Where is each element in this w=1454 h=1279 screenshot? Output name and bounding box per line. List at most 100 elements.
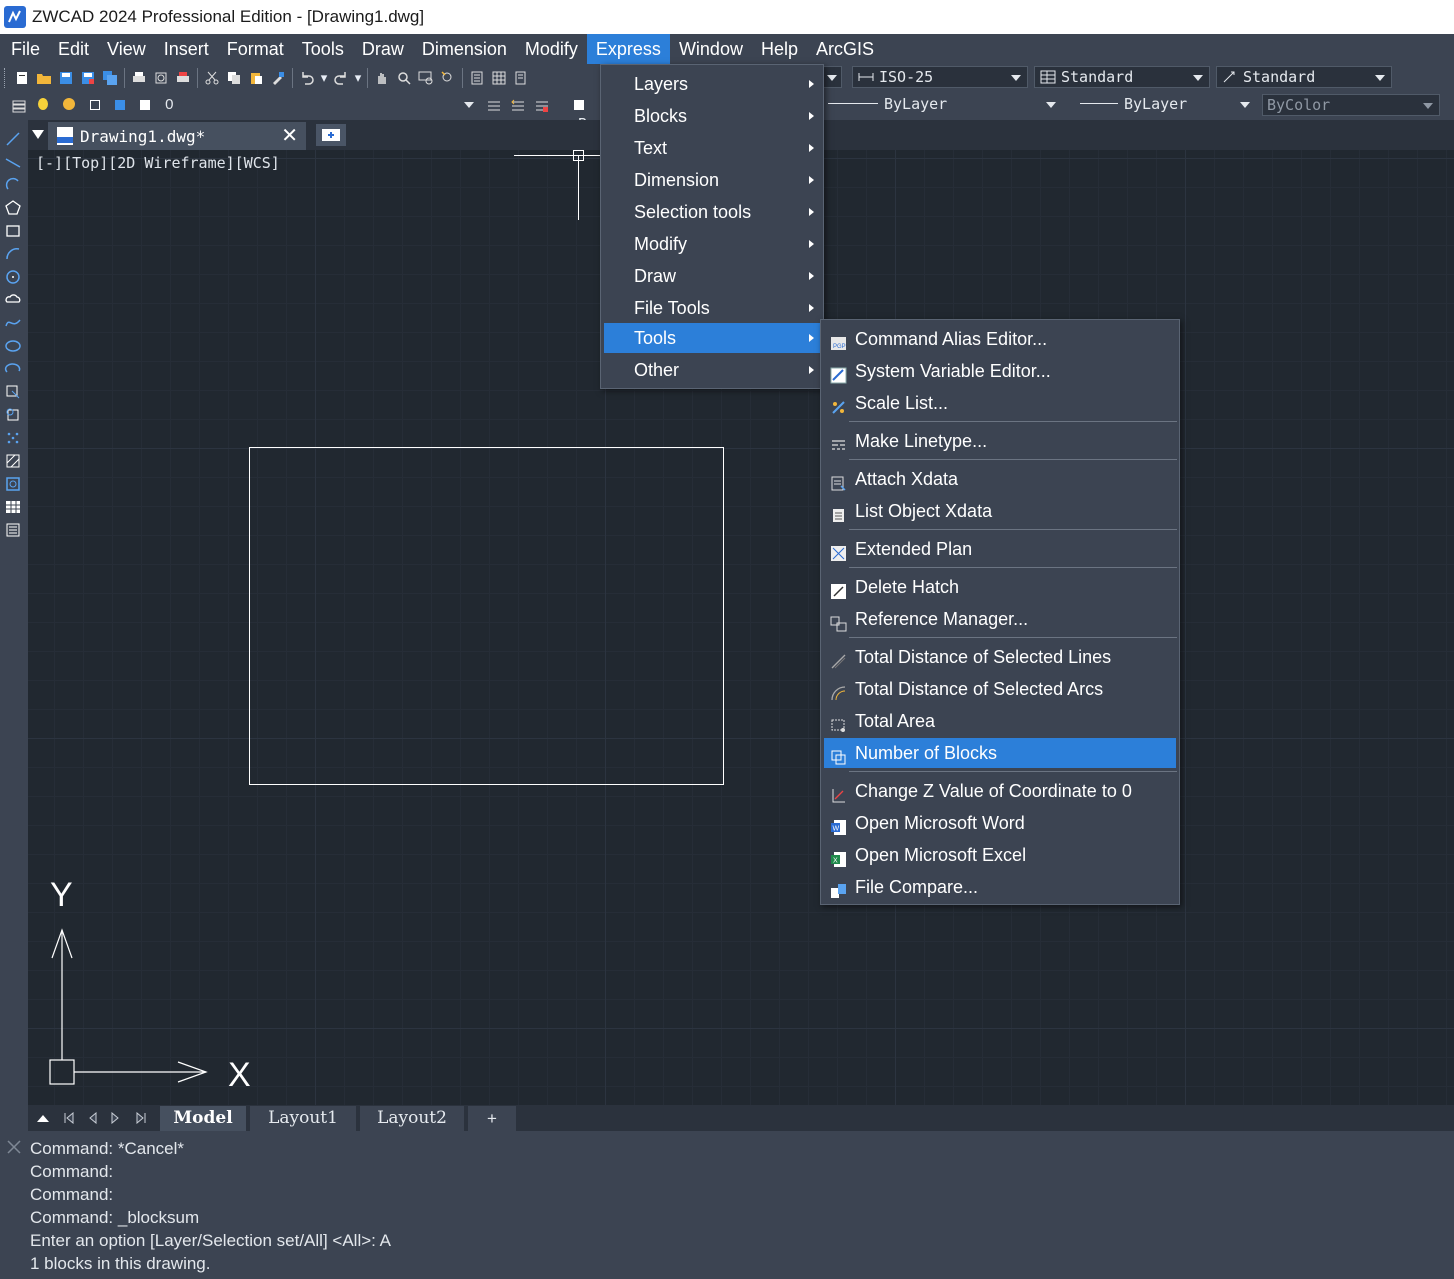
close-tab-icon[interactable]: ✕ [281, 126, 298, 146]
new-drawing-tab-button[interactable] [316, 124, 346, 146]
make-block-icon[interactable] [4, 406, 22, 424]
attach-xdata-item[interactable]: Attach Xdata [824, 464, 1176, 494]
delete-hatch-item[interactable]: Delete Hatch [824, 572, 1176, 602]
express-menu-tools[interactable]: Tools [604, 323, 820, 353]
redo-icon[interactable] [330, 67, 352, 89]
extended-plan-item[interactable]: Extended Plan [824, 534, 1176, 564]
toolbar-grip[interactable] [4, 68, 8, 88]
close-command-window-icon[interactable] [6, 1139, 22, 1155]
command-alias-editor-item[interactable]: PGP Command Alias Editor... [824, 324, 1176, 354]
design-center-icon[interactable] [488, 67, 510, 89]
tab-model[interactable]: Model [160, 1106, 246, 1131]
scale-list-item[interactable]: Scale List... [824, 388, 1176, 418]
zoom-window-icon[interactable] [415, 67, 437, 89]
layer-dropdown[interactable]: 0 [34, 94, 480, 116]
express-menu-blocks[interactable]: Blocks [604, 101, 820, 131]
first-layout-icon[interactable] [60, 1108, 78, 1128]
save-icon[interactable] [55, 67, 77, 89]
point-icon[interactable] [4, 429, 22, 447]
express-menu-other[interactable]: Other [604, 355, 820, 385]
menu-arcgis[interactable]: ArcGIS [807, 34, 883, 64]
textstyle-partial-dropdown[interactable] [824, 66, 842, 88]
next-layout-icon[interactable] [106, 1108, 124, 1128]
menu-dimension[interactable]: Dimension [413, 34, 516, 64]
open-folder-icon[interactable] [33, 67, 55, 89]
insert-block-icon[interactable] [4, 383, 22, 401]
match-properties-icon[interactable] [267, 67, 289, 89]
spline-icon[interactable] [4, 314, 22, 332]
publish-icon[interactable] [172, 67, 194, 89]
plot-preview-icon[interactable] [150, 67, 172, 89]
ellipse-icon[interactable] [4, 337, 22, 355]
menu-express[interactable]: Express [586, 34, 670, 64]
express-menu-draw[interactable]: Draw [604, 261, 820, 291]
layer-manager-icon[interactable] [8, 95, 30, 117]
viewport-controls[interactable]: [-][Top][2D Wireframe][WCS] [36, 154, 280, 172]
menu-file[interactable]: File [2, 34, 49, 64]
save-as-icon[interactable] [77, 67, 99, 89]
table-icon[interactable] [4, 498, 22, 516]
circle-icon[interactable] [4, 268, 22, 286]
revision-cloud-icon[interactable] [4, 291, 22, 309]
menu-draw[interactable]: Draw [353, 34, 413, 64]
linetype-dropdown[interactable]: ByLayer [824, 94, 1062, 116]
tool-palette-icon[interactable] [510, 67, 532, 89]
menu-help[interactable]: Help [752, 34, 807, 64]
dimstyle-dropdown[interactable]: ISO-25 [852, 66, 1028, 88]
make-linetype-item[interactable]: Make Linetype... [824, 426, 1176, 456]
redo-dropdown-icon[interactable]: ▾ [352, 67, 364, 89]
tablestyle-dropdown[interactable]: Standard [1034, 66, 1210, 88]
tab-drawing1[interactable]: Drawing1.dwg* ✕ [48, 122, 306, 150]
reference-manager-item[interactable]: Reference Manager... [824, 604, 1176, 634]
menu-view[interactable]: View [98, 34, 155, 64]
express-menu-dimension[interactable]: Dimension [604, 165, 820, 195]
polyline-icon[interactable] [4, 176, 22, 194]
menu-window[interactable]: Window [670, 34, 752, 64]
menu-modify[interactable]: Modify [516, 34, 587, 64]
zoom-realtime-icon[interactable] [393, 67, 415, 89]
undo-icon[interactable] [296, 67, 318, 89]
previous-layout-icon[interactable] [84, 1108, 102, 1128]
layer-previous-icon[interactable] [507, 95, 529, 117]
add-layout-button[interactable]: + [468, 1106, 516, 1131]
express-menu-selection-tools[interactable]: Selection tools [604, 197, 820, 227]
tab-layout2[interactable]: Layout2 [360, 1106, 464, 1131]
polygon-icon[interactable] [4, 199, 22, 217]
express-menu-layers[interactable]: Layers [604, 69, 820, 99]
new-file-icon[interactable] [11, 67, 33, 89]
rectangle-entity[interactable] [249, 447, 724, 785]
number-of-blocks-item[interactable]: Number of Blocks [824, 738, 1176, 768]
save-all-icon[interactable] [99, 67, 121, 89]
layer-states-icon[interactable] [531, 95, 553, 117]
file-compare-item[interactable]: File Compare... [824, 872, 1176, 902]
properties-icon[interactable] [466, 67, 488, 89]
express-menu-text[interactable]: Text [604, 133, 820, 163]
change-z-value-item[interactable]: Change Z Value of Coordinate to 0 [824, 776, 1176, 806]
plotstyle-dropdown[interactable]: ByColor [1262, 94, 1440, 116]
undo-dropdown-icon[interactable]: ▾ [318, 67, 330, 89]
mleaderstyle-dropdown[interactable]: Standard [1216, 66, 1392, 88]
hatch-icon[interactable] [4, 452, 22, 470]
xline-icon[interactable] [4, 153, 22, 171]
rectangle-icon[interactable] [4, 222, 22, 240]
paste-icon[interactable] [245, 67, 267, 89]
arc-icon[interactable] [4, 245, 22, 263]
express-menu-modify[interactable]: Modify [604, 229, 820, 259]
menu-insert[interactable]: Insert [155, 34, 218, 64]
system-variable-editor-item[interactable]: System Variable Editor... [824, 356, 1176, 386]
ellipse-arc-icon[interactable] [4, 360, 22, 378]
make-current-layer-icon[interactable] [483, 95, 505, 117]
total-distance-lines-item[interactable]: Total Distance of Selected Lines [824, 642, 1176, 672]
open-excel-item[interactable]: X Open Microsoft Excel [824, 840, 1176, 870]
layout-collapse-icon[interactable] [34, 1108, 52, 1128]
total-distance-arcs-item[interactable]: Total Distance of Selected Arcs [824, 674, 1176, 704]
zoom-previous-icon[interactable] [437, 67, 459, 89]
list-object-xdata-item[interactable]: List Object Xdata [824, 496, 1176, 526]
open-word-item[interactable]: W Open Microsoft Word [824, 808, 1176, 838]
tab-layout1[interactable]: Layout1 [250, 1106, 356, 1131]
last-layout-icon[interactable] [132, 1108, 150, 1128]
line-icon[interactable] [4, 130, 22, 148]
cut-icon[interactable] [201, 67, 223, 89]
color-dropdown[interactable]: B [570, 94, 602, 133]
tab-list-dropdown-icon[interactable] [32, 130, 44, 139]
